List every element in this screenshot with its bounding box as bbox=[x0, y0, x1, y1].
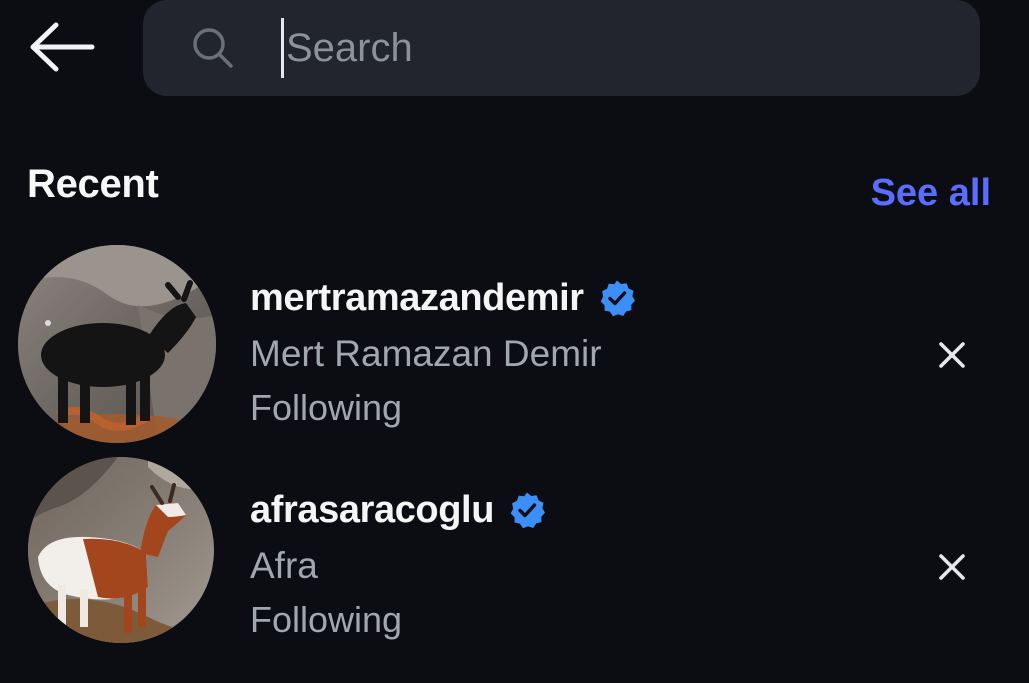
username: mertramazandemir bbox=[250, 276, 584, 319]
arrow-left-icon bbox=[30, 22, 95, 72]
user-info: mertramazandemir Mert Ramazan Demir Foll… bbox=[250, 273, 636, 431]
close-icon bbox=[939, 342, 965, 368]
search-icon bbox=[189, 24, 237, 72]
username-row: afrasaracoglu bbox=[250, 485, 546, 535]
full-name: Afra bbox=[250, 545, 318, 586]
list-item[interactable]: mertramazandemir Mert Ramazan Demir Foll… bbox=[0, 245, 1029, 455]
section-title: Recent bbox=[27, 162, 159, 206]
user-info: afrasaracoglu Afra Following bbox=[250, 485, 546, 643]
search-input[interactable] bbox=[281, 18, 980, 78]
full-name: Mert Ramazan Demir bbox=[250, 333, 602, 374]
remove-recent-button[interactable] bbox=[926, 329, 978, 381]
avatar bbox=[18, 245, 216, 443]
remove-recent-button[interactable] bbox=[926, 541, 978, 593]
list-item[interactable]: afrasaracoglu Afra Following bbox=[0, 455, 1029, 665]
avatar bbox=[28, 457, 214, 643]
search-screen: Recent See all bbox=[0, 0, 1029, 683]
recent-section-header: Recent See all bbox=[0, 150, 1029, 230]
close-icon bbox=[939, 554, 965, 580]
back-button[interactable] bbox=[22, 16, 100, 78]
username: afrasaracoglu bbox=[250, 488, 495, 531]
follow-status: Following bbox=[250, 599, 403, 640]
see-all-link[interactable]: See all bbox=[871, 172, 991, 215]
follow-status: Following bbox=[250, 387, 403, 428]
recent-list: mertramazandemir Mert Ramazan Demir Foll… bbox=[0, 245, 1029, 665]
search-bar[interactable] bbox=[143, 0, 980, 96]
username-row: mertramazandemir bbox=[250, 273, 636, 323]
verified-badge-icon bbox=[508, 491, 546, 529]
verified-badge-icon bbox=[598, 279, 636, 317]
